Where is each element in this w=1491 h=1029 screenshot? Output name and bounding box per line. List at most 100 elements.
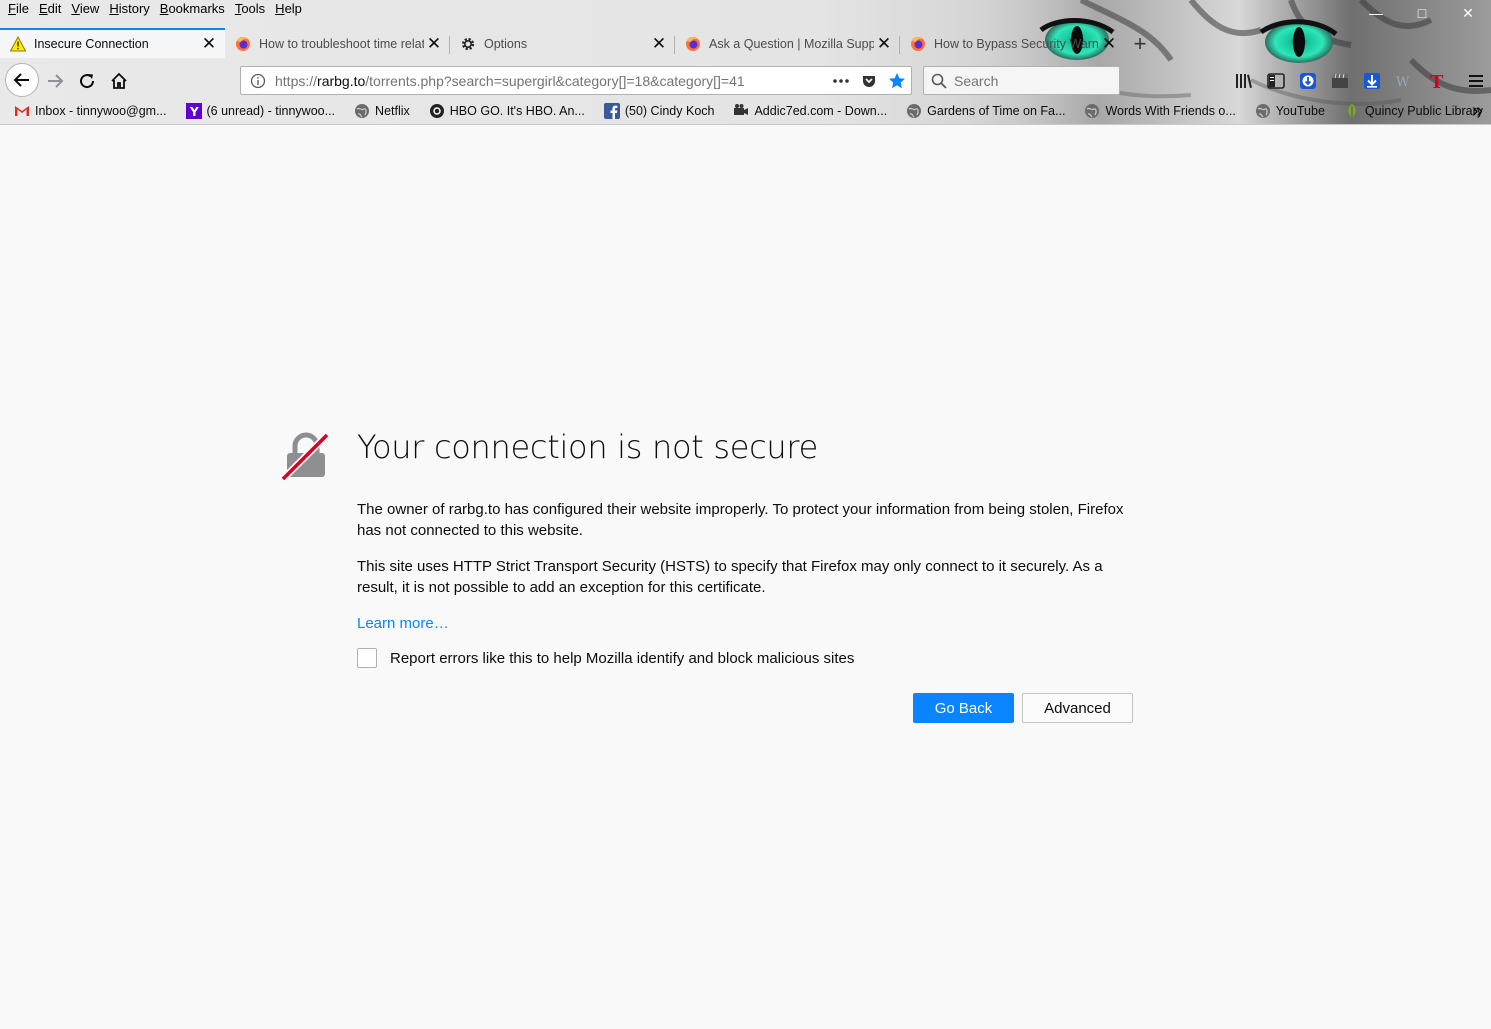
maximize-icon[interactable]: □ bbox=[1399, 0, 1445, 26]
globe-icon bbox=[1255, 103, 1271, 119]
reload-button[interactable] bbox=[71, 65, 103, 97]
url-text[interactable]: https://rarbg.to/torrents.php?search=sup… bbox=[271, 73, 827, 89]
addic7ed-icon bbox=[733, 103, 749, 119]
search-placeholder: Search bbox=[954, 72, 999, 89]
menu-bookmarks[interactable]: Bookmarks bbox=[155, 0, 230, 18]
back-arrow-icon bbox=[13, 73, 29, 87]
gear-icon bbox=[460, 36, 476, 52]
menu-edit[interactable]: Edit bbox=[34, 0, 66, 18]
bookmark-item[interactable]: Inbox - tinnywoo@gm... bbox=[0, 103, 174, 119]
hsts-description: This site uses HTTP Strict Transport Sec… bbox=[357, 558, 1103, 596]
bookmark-label: (6 unread) - tinnywoo... bbox=[206, 104, 336, 118]
tab-strip: Insecure Connection ✕ How to troubleshoo… bbox=[0, 28, 1155, 58]
menu-file[interactable]: File bbox=[0, 0, 34, 18]
firefox-icon bbox=[235, 36, 251, 52]
bookmarks-overflow-icon[interactable]: » bbox=[1472, 100, 1483, 122]
tab-title: Options bbox=[484, 37, 528, 51]
url-host: rarbg.to bbox=[317, 72, 366, 89]
globe-icon bbox=[906, 103, 922, 119]
downloads-icon[interactable] bbox=[1356, 68, 1388, 94]
report-errors-checkbox[interactable] bbox=[357, 648, 377, 668]
firefox-icon bbox=[685, 36, 701, 52]
pocket-icon[interactable] bbox=[855, 73, 883, 89]
page-actions-icon[interactable] bbox=[827, 78, 855, 84]
close-tab-icon[interactable]: ✕ bbox=[1099, 34, 1119, 54]
close-tab-icon[interactable]: ✕ bbox=[649, 34, 669, 54]
menu-help[interactable]: Help bbox=[270, 0, 307, 18]
warning-icon bbox=[10, 36, 26, 52]
forward-arrow-icon bbox=[48, 74, 64, 88]
advanced-button[interactable]: Advanced bbox=[1022, 693, 1133, 723]
hamburger-menu-icon[interactable] bbox=[1460, 68, 1491, 94]
video-icon[interactable] bbox=[1324, 68, 1356, 94]
globe-icon bbox=[354, 103, 370, 119]
menu-history[interactable]: History bbox=[104, 0, 154, 18]
error-title: Your connection is not secure bbox=[357, 428, 818, 466]
tab-title: How to Bypass Security Warn bbox=[934, 37, 1099, 51]
gmail-icon bbox=[14, 103, 30, 119]
firefox-icon bbox=[910, 36, 926, 52]
bookmark-item[interactable]: Gardens of Time on Fa... bbox=[894, 103, 1072, 119]
bookmark-label: Addic7ed.com - Down... bbox=[754, 104, 888, 118]
library-icon[interactable] bbox=[1228, 68, 1260, 94]
tab-title: Insecure Connection bbox=[34, 37, 149, 51]
learn-more-link[interactable]: Learn more… bbox=[357, 613, 449, 634]
bookmark-label: YouTube bbox=[1275, 104, 1325, 118]
close-tab-icon[interactable]: ✕ bbox=[874, 34, 894, 54]
url-scheme: https:// bbox=[275, 72, 318, 89]
yahoo-icon: Y bbox=[185, 103, 202, 119]
bookmark-item[interactable]: HBO GO. It's HBO. An... bbox=[417, 103, 592, 119]
tab-options[interactable]: Options ✕ bbox=[450, 30, 675, 58]
search-icon bbox=[924, 73, 954, 89]
toolbar-icons: W T bbox=[1228, 68, 1491, 94]
home-icon bbox=[111, 72, 127, 89]
site-info-icon[interactable] bbox=[245, 73, 271, 89]
back-button[interactable] bbox=[5, 63, 39, 97]
download-helper-icon[interactable] bbox=[1292, 68, 1324, 94]
forward-button[interactable] bbox=[39, 65, 71, 97]
bookmark-label: HBO GO. It's HBO. An... bbox=[449, 104, 585, 118]
bookmark-item[interactable]: Netflix bbox=[342, 103, 417, 119]
bookmark-item[interactable]: Y (6 unread) - tinnywoo... bbox=[174, 103, 343, 119]
report-errors-label[interactable]: Report errors like this to help Mozilla … bbox=[390, 650, 854, 667]
error-description: The owner of rarbg.to has configured the… bbox=[357, 501, 1124, 539]
wikipedia-icon[interactable]: W bbox=[1388, 68, 1420, 94]
bookmark-item[interactable]: Words With Friends o... bbox=[1072, 103, 1242, 119]
bookmark-item[interactable]: (50) Cindy Koch bbox=[592, 103, 722, 119]
tab-ask-a-question[interactable]: Ask a Question | Mozilla Support ✕ bbox=[675, 30, 900, 58]
hbo-icon bbox=[429, 103, 445, 119]
close-tab-icon[interactable]: ✕ bbox=[424, 34, 444, 54]
url-bar[interactable]: https://rarbg.to/torrents.php?search=sup… bbox=[240, 66, 912, 95]
bookmark-label: Quincy Public Library bbox=[1364, 104, 1484, 118]
window-controls: — □ ✕ bbox=[1353, 0, 1491, 26]
sidebar-icon[interactable] bbox=[1260, 68, 1292, 94]
tab-insecure-connection[interactable]: Insecure Connection ✕ bbox=[0, 28, 225, 58]
bookmark-item[interactable]: Addic7ed.com - Down... bbox=[721, 103, 894, 119]
tab-bypass-security[interactable]: How to Bypass Security Warn ✕ bbox=[900, 30, 1125, 58]
bookmark-item[interactable]: YouTube bbox=[1243, 103, 1332, 119]
menu-view[interactable]: View bbox=[66, 0, 104, 18]
svg-text:W: W bbox=[1396, 75, 1410, 89]
bookmark-label: Words With Friends o... bbox=[1105, 104, 1236, 118]
broken-lock-icon bbox=[281, 432, 330, 481]
new-tab-button[interactable]: + bbox=[1125, 30, 1155, 58]
facebook-icon bbox=[603, 103, 620, 119]
bookmark-item[interactable]: Quincy Public Library bbox=[1332, 103, 1490, 119]
tab-title: How to troubleshoot time related bbox=[259, 37, 424, 51]
home-button[interactable] bbox=[103, 65, 135, 97]
translate-icon[interactable]: T bbox=[1420, 68, 1452, 94]
bookmark-label: Inbox - tinnywoo@gm... bbox=[35, 104, 167, 118]
bookmark-label: Netflix bbox=[375, 104, 410, 118]
svg-text:Y: Y bbox=[189, 105, 199, 119]
menu-tools[interactable]: Tools bbox=[230, 0, 270, 18]
bookmarks-toolbar: Inbox - tinnywoo@gm... Y (6 unread) - ti… bbox=[0, 100, 1490, 122]
go-back-button[interactable]: Go Back bbox=[913, 693, 1014, 723]
bookmark-star-icon[interactable] bbox=[883, 72, 911, 90]
close-window-icon[interactable]: ✕ bbox=[1445, 0, 1491, 26]
close-tab-icon[interactable]: ✕ bbox=[199, 34, 219, 54]
tab-troubleshoot-time[interactable]: How to troubleshoot time related ✕ bbox=[225, 30, 450, 58]
minimize-icon[interactable]: — bbox=[1353, 0, 1399, 26]
tab-title: Ask a Question | Mozilla Support bbox=[709, 37, 874, 51]
search-bar[interactable]: Search bbox=[923, 66, 1120, 95]
bookmark-label: (50) Cindy Koch bbox=[624, 104, 715, 118]
